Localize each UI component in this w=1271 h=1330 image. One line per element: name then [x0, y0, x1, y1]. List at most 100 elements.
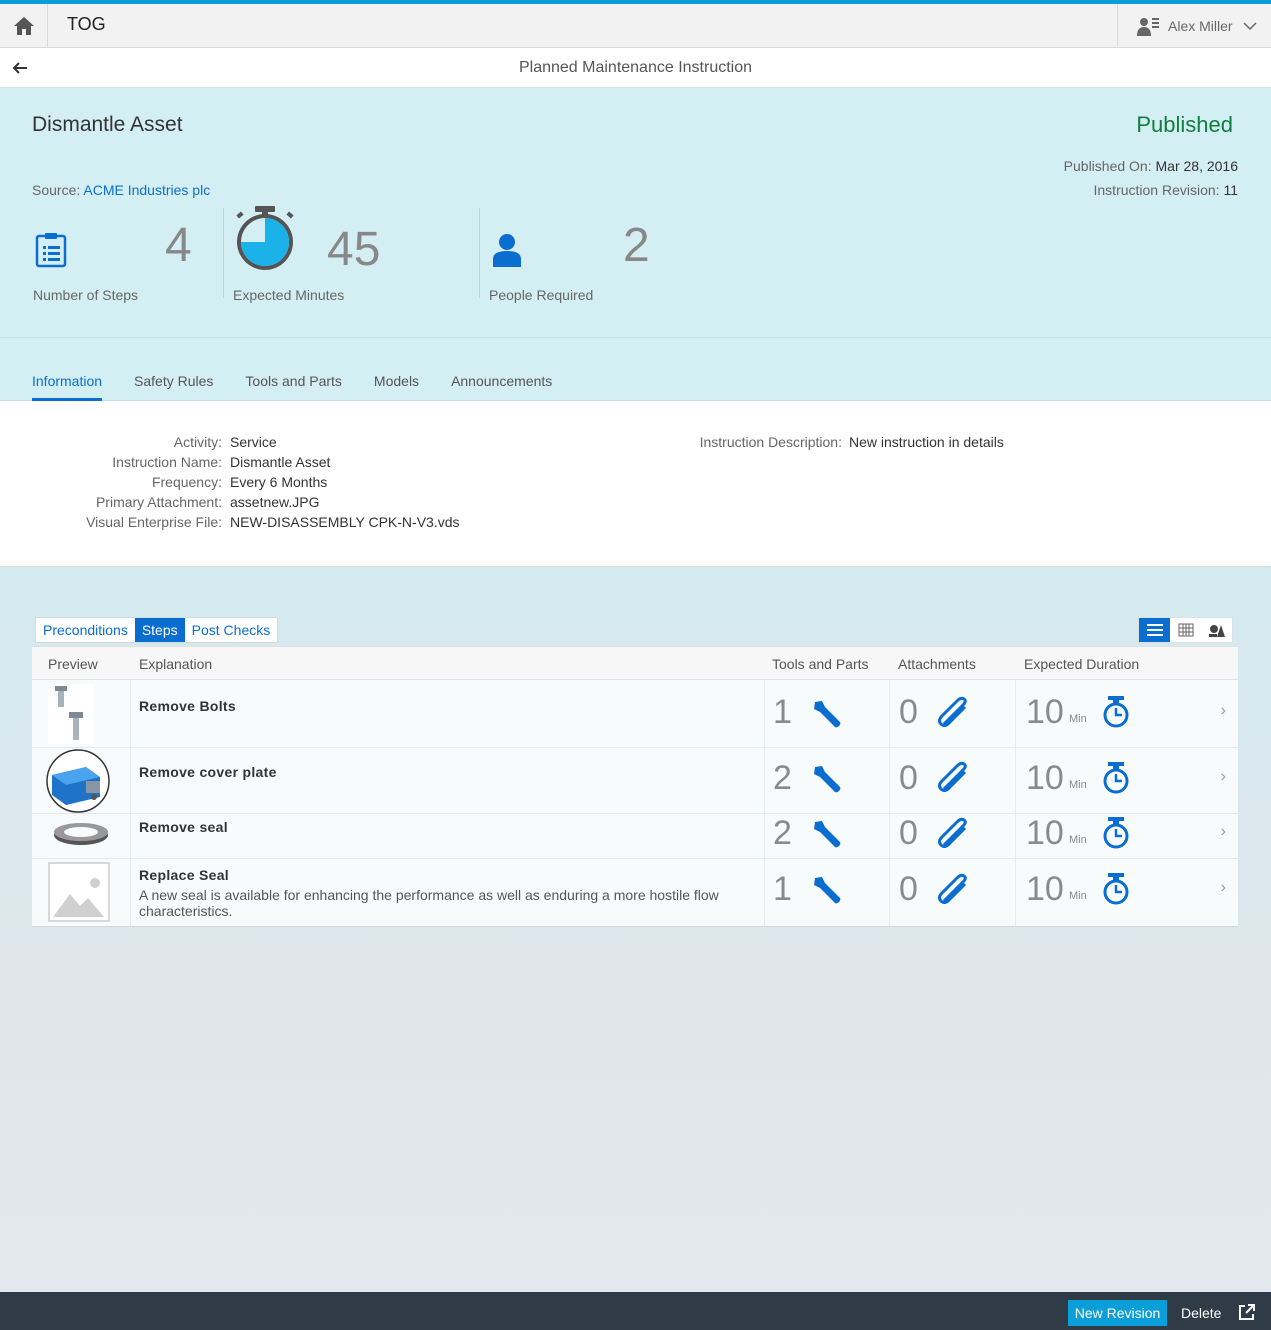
cell-divider: [130, 814, 131, 858]
table-row[interactable]: Remove seal 2 0 10 Min ›: [32, 814, 1238, 859]
step-title: Remove seal: [139, 819, 228, 835]
cell-divider: [764, 859, 765, 926]
back-button[interactable]: [10, 58, 30, 78]
row-navigation-icon[interactable]: ›: [1221, 879, 1226, 897]
segment-steps[interactable]: Steps: [134, 618, 185, 642]
table-view-button[interactable]: [1170, 618, 1201, 642]
list-view-button[interactable]: [1139, 618, 1170, 642]
attachments-count: 0: [899, 814, 918, 852]
segmented-button: Preconditions Steps Post Checks: [35, 617, 279, 643]
primary-attachment-link[interactable]: assetnew.JPG: [230, 494, 320, 510]
tools-count: 1: [773, 693, 792, 731]
source-label: Source:: [32, 182, 81, 198]
primary-attachment-label: Primary Attachment:: [95, 494, 222, 510]
steps-section: Preconditions Steps Post Checks Preview: [0, 567, 1271, 1292]
kpi-minutes: 45 Expected Minutes: [233, 206, 473, 308]
page-title: Planned Maintenance Instruction: [518, 59, 753, 76]
paperclip-icon[interactable]: [936, 873, 972, 907]
description-value: New instruction in details: [849, 434, 1004, 450]
activity-value: Service: [230, 434, 277, 450]
timer-icon[interactable]: [1102, 761, 1130, 795]
tab-tools-and-parts[interactable]: Tools and Parts: [245, 373, 342, 401]
tab-models[interactable]: Models: [374, 373, 419, 401]
table-row[interactable]: Remove Bolts 1 0 10 Min ›: [32, 680, 1238, 748]
home-button[interactable]: [0, 4, 48, 47]
home-icon: [13, 16, 34, 35]
instruction-name-label: Instruction Name:: [112, 454, 222, 470]
duration-unit: Min: [1069, 713, 1087, 725]
row-navigation-icon[interactable]: ›: [1221, 823, 1226, 841]
timer-icon[interactable]: [1102, 872, 1130, 906]
cell-divider: [889, 814, 890, 858]
published-on-attribute: Published On: Mar 28, 2016: [1064, 158, 1238, 174]
table-row[interactable]: Remove cover plate 2 0 10 Min ›: [32, 748, 1238, 814]
source-link[interactable]: ACME Industries plc: [83, 182, 210, 198]
kpi-minutes-value: 45: [327, 223, 381, 276]
row-navigation-icon[interactable]: ›: [1221, 768, 1226, 786]
step-title: Replace Seal: [139, 867, 229, 883]
duration-unit: Min: [1069, 890, 1087, 902]
wrench-icon[interactable]: [810, 762, 844, 796]
attachments-count: 0: [899, 870, 918, 908]
information-panel: Activity: Service Instruction Name: Dism…: [0, 401, 1271, 567]
instruction-name-value: Dismantle Asset: [230, 454, 331, 470]
stopwatch-icon: [236, 206, 294, 270]
kpi-steps: 4 Number of Steps: [32, 208, 212, 308]
segment-preconditions[interactable]: Preconditions: [36, 618, 135, 642]
duration-value: 10: [1026, 693, 1064, 731]
ve-file-link[interactable]: NEW-DISASSEMBLY CPK-N-V3.vds: [230, 514, 460, 530]
app-name: TOG: [67, 14, 106, 34]
share-button[interactable]: [1238, 1303, 1258, 1323]
tools-count: 2: [773, 814, 792, 852]
paperclip-icon[interactable]: [936, 696, 972, 730]
icon-tab-bar: Information Safety Rules Tools and Parts…: [32, 373, 584, 401]
object-title: Dismantle Asset: [32, 113, 183, 136]
list-icon: [1146, 624, 1163, 636]
kpi-divider: [479, 208, 480, 298]
column-tools-and-parts: Tools and Parts: [772, 656, 869, 672]
tab-announcements[interactable]: Announcements: [451, 373, 552, 401]
wrench-icon[interactable]: [810, 817, 844, 851]
table-row[interactable]: Replace Seal A new seal is available for…: [32, 859, 1238, 926]
published-on-label: Published On:: [1063, 158, 1152, 174]
tab-information[interactable]: Information: [32, 373, 103, 401]
wrench-icon[interactable]: [810, 873, 844, 907]
object-header: Dismantle Asset Published Published On: …: [0, 88, 1271, 401]
cell-divider: [1015, 680, 1016, 747]
user-name: Alex Miller: [1168, 17, 1233, 34]
segment-post-checks[interactable]: Post Checks: [185, 618, 278, 642]
status-text: Published: [1136, 112, 1233, 137]
cell-divider: [130, 680, 131, 747]
row-navigation-icon[interactable]: ›: [1221, 702, 1226, 720]
cell-divider: [130, 748, 131, 813]
clipboard-icon: [35, 233, 67, 268]
user-menu[interactable]: Alex Miller: [1117, 4, 1271, 47]
kpi-divider: [223, 208, 224, 298]
duration-value: 10: [1026, 870, 1064, 908]
frequency-value: Every 6 Months: [230, 474, 328, 490]
delete-button[interactable]: Delete: [1181, 1300, 1221, 1326]
duration-value: 10: [1026, 759, 1064, 797]
tools-count: 1: [773, 870, 792, 908]
timer-icon[interactable]: [1102, 695, 1130, 729]
timer-icon[interactable]: [1102, 816, 1130, 850]
chevron-down-icon: [1243, 21, 1257, 30]
paperclip-icon[interactable]: [936, 817, 972, 851]
column-expected-duration: Expected Duration: [1024, 656, 1140, 672]
footer-toolbar: New Revision Delete: [0, 1292, 1271, 1330]
cell-divider: [764, 680, 765, 747]
tab-safety-rules[interactable]: Safety Rules: [134, 373, 213, 401]
ve-file-label: Visual Enterprise File:: [86, 514, 222, 530]
cell-divider: [889, 680, 890, 747]
wrench-icon[interactable]: [810, 697, 844, 731]
new-revision-button[interactable]: New Revision: [1068, 1300, 1167, 1326]
model-view-button[interactable]: [1201, 618, 1232, 642]
kpi-steps-value: 4: [165, 219, 192, 272]
attachments-count: 0: [899, 759, 918, 797]
paperclip-icon[interactable]: [936, 761, 972, 795]
cell-divider: [764, 814, 765, 858]
revision-label: Instruction Revision:: [1093, 182, 1220, 198]
duration-value: 10: [1026, 814, 1064, 852]
published-on-value: Mar 28, 2016: [1155, 158, 1239, 174]
activity-label: Activity:: [173, 434, 222, 450]
